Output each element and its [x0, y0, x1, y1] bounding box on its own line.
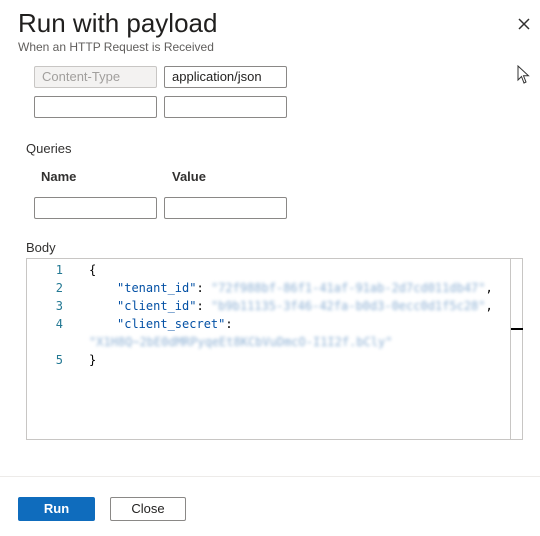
json-key-client-id: "client_id" — [117, 299, 197, 313]
query-name-input[interactable] — [34, 197, 157, 219]
editor-scrollbar[interactable] — [510, 259, 524, 439]
json-key-tenant: "tenant_id" — [117, 281, 197, 295]
json-line-tenant: "tenant_id": "72f988bf-86f1-41af-91ab-2d… — [117, 281, 493, 295]
header-value-input-empty[interactable] — [164, 96, 287, 118]
line-number: 3 — [55, 299, 63, 313]
json-line-client-id: "client_id": "b9b11135-3f46-42fa-b0d3-0e… — [117, 299, 493, 313]
header-value-input[interactable]: application/json — [164, 66, 287, 88]
json-comma: , — [485, 281, 493, 295]
dialog-title: Run with payload — [18, 8, 218, 38]
close-button[interactable]: Close — [110, 497, 186, 521]
json-line-client-secret: "client_secret": — [117, 317, 233, 331]
body-editor[interactable]: 1 2 3 4 5 { "tenant_id": "72f988bf-86f1-… — [26, 258, 523, 440]
json-close-brace: } — [89, 353, 97, 367]
line-number: 5 — [55, 353, 63, 367]
close-icon[interactable] — [514, 14, 534, 34]
line-number: 4 — [55, 317, 63, 331]
json-value-client-id-redacted: "b9b11135-3f46-42fa-b0d3-0ecc0d1f5c28" — [210, 299, 486, 313]
json-value-client-secret-redacted: "X1H8Q~2bE0dMRPyqeEt8KCbVuDmcO-I1I2f.bCl… — [89, 335, 393, 349]
body-label: Body — [26, 240, 56, 255]
json-colon: : — [196, 281, 204, 295]
header-key-input-empty[interactable] — [34, 96, 157, 118]
json-comma: , — [485, 299, 493, 313]
json-colon: : — [196, 299, 204, 313]
dialog-subtitle: When an HTTP Request is Received — [18, 40, 214, 54]
query-value-input[interactable] — [164, 197, 287, 219]
json-value-tenant-redacted: "72f988bf-86f1-41af-91ab-2d7cd011db47" — [210, 281, 486, 295]
queries-name-header: Name — [41, 169, 77, 184]
line-number: 2 — [55, 281, 63, 295]
queries-label: Queries — [26, 141, 72, 156]
json-line-secret-value: "X1H8Q~2bE0dMRPyqeEt8KCbVuDmcO-I1I2f.bCl… — [89, 335, 392, 349]
json-colon: : — [225, 317, 233, 331]
mouse-pointer-icon — [517, 65, 530, 84]
queries-value-header: Value — [172, 169, 206, 184]
footer-divider — [0, 476, 540, 477]
run-button[interactable]: Run — [18, 497, 95, 521]
json-key-client-secret: "client_secret" — [117, 317, 226, 331]
header-key-input[interactable]: Content-Type — [34, 66, 157, 88]
json-open-brace: { — [89, 263, 97, 277]
line-number: 1 — [55, 263, 63, 277]
